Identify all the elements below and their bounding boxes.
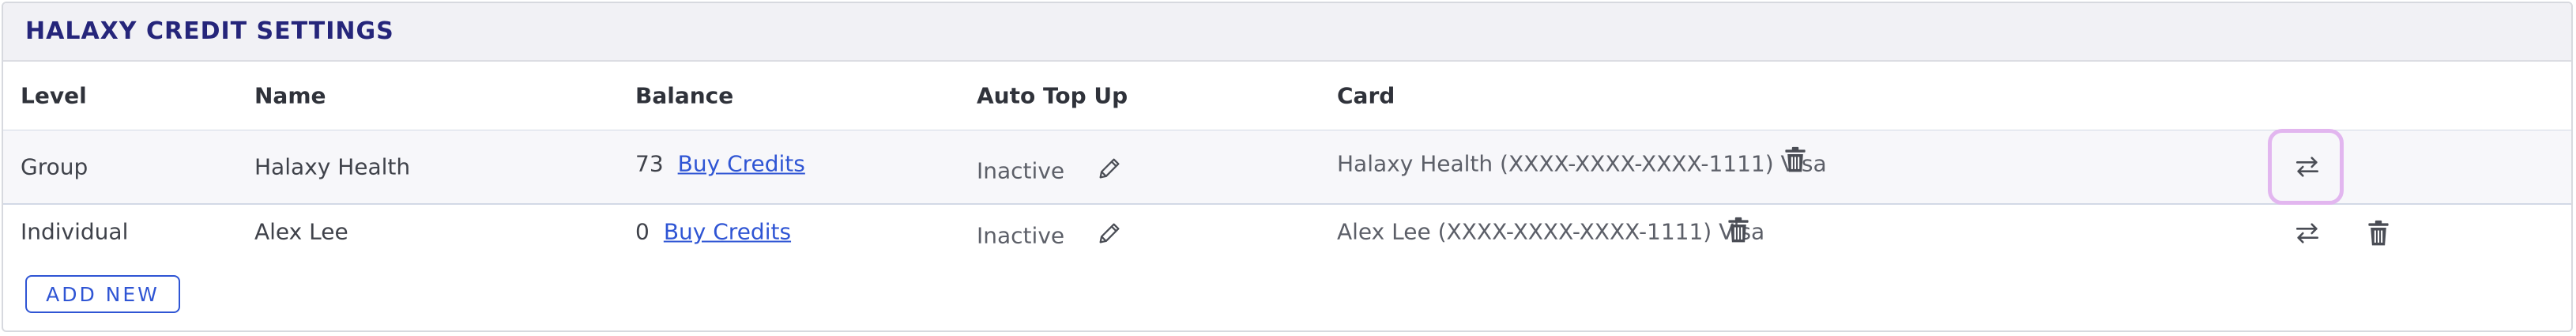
auto-top-up-status: Inactive [977, 157, 1065, 184]
add-new-button[interactable]: ADD NEW [25, 275, 180, 313]
column-header-name: Name [254, 82, 326, 109]
balance-value: 73 [635, 150, 664, 177]
table-row: Individual Alex Lee 0 Buy Credits Inactiv… [3, 205, 2571, 276]
column-header-card: Card [1337, 82, 1395, 109]
column-header-auto-top-up: Auto Top Up [977, 82, 1128, 109]
row-level: Group [21, 153, 89, 180]
row-name: Alex Lee [254, 218, 348, 245]
row-balance: 73 Buy Credits [635, 151, 805, 177]
swap-arrows-icon[interactable] [2290, 151, 2325, 183]
table-row: Group Halaxy Health 73 Buy Credits Inacti… [3, 129, 2571, 205]
credit-settings-panel: HALAXY CREDIT SETTINGS Level Name Balanc… [2, 2, 2573, 332]
row-name: Halaxy Health [254, 153, 411, 180]
pencil-icon[interactable] [1092, 151, 1127, 186]
trash-icon[interactable] [2363, 216, 2394, 251]
card-description: Halaxy Health (XXXX-XXXX-XXXX-1111) Visa [1337, 150, 1827, 177]
table-header: Level Name Balance Auto Top Up Card [3, 62, 2571, 132]
panel-title: HALAXY CREDIT SETTINGS [25, 17, 394, 45]
pencil-icon[interactable] [1092, 216, 1127, 251]
trash-icon[interactable] [1723, 213, 1754, 247]
column-header-level: Level [21, 82, 87, 109]
balance-value: 0 [635, 218, 650, 245]
trash-icon[interactable] [1779, 142, 1811, 177]
auto-top-up-status: Inactive [977, 222, 1065, 249]
buy-credits-link[interactable]: Buy Credits [664, 219, 791, 245]
panel-header: HALAXY CREDIT SETTINGS [3, 3, 2571, 62]
swap-arrows-icon[interactable] [2290, 217, 2325, 249]
row-balance: 0 Buy Credits [635, 219, 791, 245]
row-level: Individual [21, 218, 129, 245]
column-header-balance: Balance [635, 82, 734, 109]
card-description: Alex Lee (XXXX-XXXX-XXXX-1111) Visa [1337, 218, 1765, 245]
buy-credits-link[interactable]: Buy Credits [678, 151, 805, 177]
